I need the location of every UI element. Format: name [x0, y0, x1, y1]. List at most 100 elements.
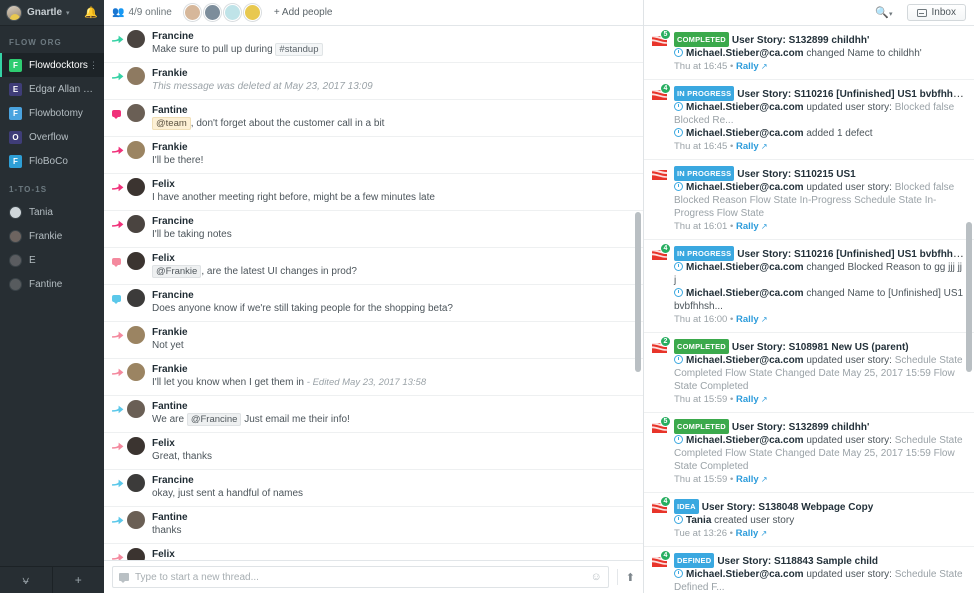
activity-scrollbar[interactable] [966, 222, 972, 372]
message-row[interactable]: Francineokay, just sent a handful of nam… [104, 470, 643, 507]
channel-initial-icon: E [9, 83, 22, 96]
sidebar-item-fantine[interactable]: Fantine [0, 272, 104, 296]
sidebar-item-flowdocktors[interactable]: FFlowdocktors⋮ [0, 53, 104, 77]
avatar[interactable] [127, 326, 145, 344]
rally-link[interactable]: Rally [736, 221, 759, 232]
sidebar-header[interactable]: Gnartle ▾ 🔔 [0, 0, 104, 26]
activity-card[interactable]: 2COMPLETEDUser Story: S108981 New US (pa… [644, 333, 974, 413]
message-row[interactable]: FrankieI'll let you know when I get them… [104, 359, 643, 396]
mention-chip[interactable]: @Frankie [152, 265, 201, 278]
avatar[interactable] [127, 104, 145, 122]
activity-actor: Michael.Stieber@ca.com [686, 102, 804, 113]
activity-title[interactable]: User Story: S110216 [Unfinished] US1 bvb… [737, 88, 964, 100]
external-link-icon[interactable]: ↗ [759, 395, 768, 404]
message-row[interactable]: Felixlooking forward to getting these ou… [104, 544, 643, 560]
avatar[interactable] [127, 363, 145, 381]
message-list[interactable]: FrancineMake sure to pull up during #sta… [104, 26, 643, 560]
activity-meta: Thu at 16:01 • Rally ↗ [674, 220, 964, 233]
avatar[interactable] [127, 289, 145, 307]
activity-title[interactable]: User Story: S132899 childhh' [732, 422, 869, 433]
activity-title[interactable]: User Story: S138048 Webpage Copy [702, 502, 874, 513]
activity-title[interactable]: User Story: S110215 US1 [737, 169, 855, 180]
sidebar-item-e[interactable]: E [0, 248, 104, 272]
external-link-icon[interactable]: ↗ [759, 315, 768, 324]
rally-link[interactable]: Rally [736, 61, 759, 72]
search-icon[interactable]: 🔍▾ [875, 6, 892, 19]
message-row[interactable]: FrankieI'll be there! [104, 137, 643, 174]
rally-link[interactable]: Rally [736, 394, 759, 405]
external-link-icon[interactable]: ↗ [758, 529, 767, 538]
new-item-button[interactable]: + [52, 567, 105, 593]
message-row[interactable]: FrankieThis message was deleted at May 2… [104, 63, 643, 100]
external-link-icon[interactable]: ↗ [759, 475, 768, 484]
avatar[interactable] [127, 252, 145, 270]
message-row[interactable]: Fantinethanks [104, 507, 643, 544]
avatar[interactable] [224, 4, 241, 21]
message-row[interactable]: FrancineDoes anyone know if we're still … [104, 285, 643, 322]
activity-actor: Michael.Stieber@ca.com [686, 569, 804, 580]
message-row[interactable]: FrancineMake sure to pull up during #sta… [104, 26, 643, 63]
activity-feed[interactable]: 5COMPLETEDUser Story: S132899 childhh'Mi… [644, 26, 974, 593]
activity-card[interactable]: 4IN PROGRESSUser Story: S110216 [Unfinis… [644, 240, 974, 333]
external-link-icon[interactable]: ↗ [759, 142, 768, 151]
avatar[interactable] [127, 548, 145, 560]
sidebar-item-tania[interactable]: Tania [0, 200, 104, 224]
activity-card[interactable]: 4DEFINEDUser Story: S118843 Sample child… [644, 547, 974, 593]
avatar[interactable] [127, 30, 145, 48]
smiley-icon[interactable]: ☺ [591, 571, 602, 583]
more-options-icon[interactable]: ⋮ [89, 62, 98, 69]
upload-icon[interactable]: ⬆ [626, 571, 635, 584]
message-row[interactable]: Felix@Frankie, are the latest UI changes… [104, 248, 643, 285]
avatar[interactable] [244, 4, 261, 21]
external-link-icon[interactable]: ↗ [759, 62, 768, 71]
activity-title[interactable]: User Story: S110216 [Unfinished] US1 bvb… [737, 248, 964, 260]
activity-card[interactable]: 4IDEAUser Story: S138048 Webpage CopyTan… [644, 493, 974, 547]
external-link-icon[interactable]: ↗ [759, 222, 768, 231]
mention-chip[interactable]: @Francine [187, 413, 242, 426]
message-row[interactable]: FrankieNot yet [104, 322, 643, 359]
message-row[interactable]: FelixI have another meeting right before… [104, 174, 643, 211]
avatar[interactable] [127, 511, 145, 529]
message-row[interactable]: FantineWe are @Francine Just email me th… [104, 396, 643, 433]
member-avatars[interactable] [184, 4, 264, 21]
message-row[interactable]: FrancineI'll be taking notes [104, 211, 643, 248]
avatar[interactable] [127, 67, 145, 85]
activity-card[interactable]: 5COMPLETEDUser Story: S132899 childhh'Mi… [644, 413, 974, 493]
message-input[interactable]: Type to start a new thread... ☺ [112, 566, 609, 588]
avatar[interactable] [127, 215, 145, 233]
avatar[interactable] [127, 474, 145, 492]
hashtag-chip[interactable]: #standup [275, 43, 322, 56]
activity-title[interactable]: User Story: S118843 Sample child [717, 556, 878, 567]
collapse-sidebar-button[interactable]: ⍱ [0, 567, 52, 593]
sidebar-item-frankie[interactable]: Frankie [0, 224, 104, 248]
message-row[interactable]: FelixGreat, thanks [104, 433, 643, 470]
message-row[interactable]: Fantine@team, don't forget about the cus… [104, 100, 643, 137]
sidebar-item-overflow[interactable]: OOverflow [0, 125, 104, 149]
avatar[interactable] [127, 141, 145, 159]
activity-card[interactable]: 5COMPLETEDUser Story: S132899 childhh'Mi… [644, 26, 974, 80]
avatar[interactable] [127, 178, 145, 196]
bell-icon[interactable]: 🔔 [84, 6, 98, 19]
avatar[interactable] [127, 400, 145, 418]
avatar[interactable] [184, 4, 201, 21]
avatar[interactable] [127, 437, 145, 455]
sidebar-item-floboco[interactable]: FFloBoCo [0, 149, 104, 173]
rally-link[interactable]: Rally [736, 141, 759, 152]
chat-scrollbar[interactable] [635, 212, 641, 372]
activity-card[interactable]: 4IN PROGRESSUser Story: S110216 [Unfinis… [644, 80, 974, 160]
activity-card[interactable]: IN PROGRESSUser Story: S110215 US1Michae… [644, 160, 974, 240]
rally-link[interactable]: Rally [736, 528, 759, 539]
sidebar-item-flowbotomy[interactable]: FFlowbotomy [0, 101, 104, 125]
add-people-button[interactable]: + Add people [274, 7, 333, 18]
message-body: Fantinethanks [152, 511, 633, 538]
message-author: Felix [152, 178, 633, 191]
activity-title[interactable]: User Story: S108981 New US (parent) [732, 342, 909, 353]
mention-chip[interactable]: @team [152, 117, 191, 130]
rally-link[interactable]: Rally [736, 474, 759, 485]
sidebar-item-edgar-allan-flow[interactable]: EEdgar Allan Flow [0, 77, 104, 101]
inbox-button[interactable]: Inbox [907, 4, 966, 21]
chevron-down-icon[interactable]: ▾ [66, 9, 70, 17]
rally-link[interactable]: Rally [736, 314, 759, 325]
activity-title[interactable]: User Story: S132899 childhh' [732, 35, 869, 46]
avatar[interactable] [204, 4, 221, 21]
